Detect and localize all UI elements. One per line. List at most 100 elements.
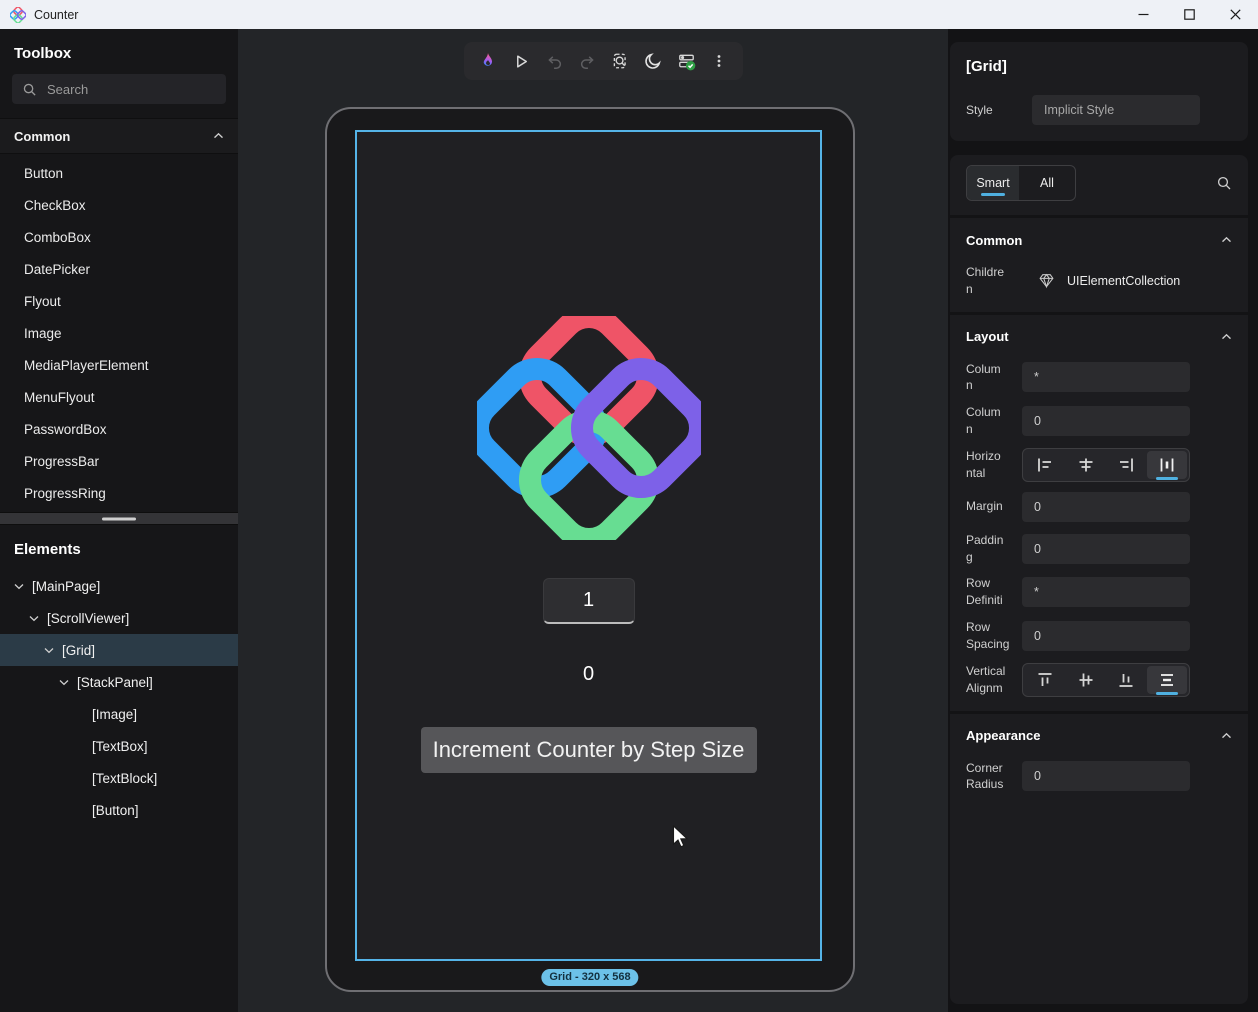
padding-row: Paddin g: [966, 532, 1232, 566]
horizontal-alignment-row: Horizo ntal: [966, 448, 1232, 482]
window-title: Counter: [34, 8, 78, 22]
tree-node-label: [StackPanel]: [77, 675, 153, 690]
column-definitions-input[interactable]: [1022, 362, 1190, 392]
property-label: Corner Radius: [966, 760, 1012, 794]
toolbox-search[interactable]: [12, 74, 226, 104]
align-left-button[interactable]: [1025, 451, 1066, 479]
toolbox-item-mediaplayerelement[interactable]: MediaPlayerElement: [0, 350, 238, 382]
corner-radius-input[interactable]: [1022, 761, 1190, 791]
tree-node-label: [TextBox]: [92, 739, 148, 754]
tree-node-image[interactable]: [Image]: [0, 698, 238, 730]
inspect-zoom-icon: [611, 52, 629, 70]
splitter-grip-handle[interactable]: [102, 517, 136, 520]
row-definitions-row: Row Definiti: [966, 575, 1232, 609]
toolbox-item-progressring[interactable]: ProgressRing: [0, 478, 238, 510]
style-label: Style: [966, 102, 1022, 119]
properties-search-button[interactable]: [1216, 175, 1232, 191]
tree-node-grid[interactable]: [Grid]: [0, 634, 238, 666]
tab-label: Smart: [976, 176, 1009, 190]
margin-row: Margin: [966, 492, 1232, 522]
counter-textblock[interactable]: 0: [583, 663, 594, 686]
style-row: Style: [966, 95, 1232, 125]
step-size-textbox[interactable]: 1: [543, 578, 635, 624]
toolbox-item-checkbox[interactable]: CheckBox: [0, 190, 238, 222]
padding-input[interactable]: [1022, 534, 1190, 564]
tree-node-label: [ScrollViewer]: [47, 611, 129, 626]
tree-node-textbox[interactable]: [TextBox]: [0, 730, 238, 762]
validate-button[interactable]: [672, 47, 700, 75]
section-appearance-header[interactable]: Appearance: [966, 720, 1232, 752]
redo-icon: [579, 53, 596, 70]
hot-reload-button[interactable]: [474, 47, 502, 75]
row-definitions-input[interactable]: [1022, 577, 1190, 607]
column-spacing-input[interactable]: [1022, 406, 1190, 436]
toolbox-item-datepicker[interactable]: DatePicker: [0, 254, 238, 286]
tree-node-textblock[interactable]: [TextBlock]: [0, 762, 238, 794]
undo-icon: [546, 53, 563, 70]
design-canvas[interactable]: 1 0 Increment Counter by Step Size Grid …: [238, 29, 948, 1012]
inspect-zoom-button[interactable]: [606, 47, 634, 75]
more-options-button[interactable]: [705, 47, 733, 75]
horizontal-alignment-group: [1022, 448, 1190, 482]
chevron-down-icon[interactable]: [44, 647, 54, 654]
style-input[interactable]: [1032, 95, 1200, 125]
toolbox-item-combobox[interactable]: ComboBox: [0, 222, 238, 254]
row-spacing-input[interactable]: [1022, 621, 1190, 651]
property-label: Row Spacing: [966, 619, 1012, 653]
minimize-button[interactable]: [1120, 0, 1166, 29]
align-right-button[interactable]: [1106, 451, 1147, 479]
section-layout-header[interactable]: Layout: [966, 321, 1232, 353]
toolbox-item-image[interactable]: Image: [0, 318, 238, 350]
theme-toggle-button[interactable]: [639, 47, 667, 75]
chevron-up-icon: [1221, 333, 1232, 341]
property-label: Row Definiti: [966, 575, 1012, 609]
tab-label: All: [1040, 176, 1054, 190]
redo-button[interactable]: [573, 47, 601, 75]
align-bottom-button[interactable]: [1106, 666, 1147, 694]
left-sidebar: Toolbox Common Button CheckBox ComboBox …: [0, 29, 238, 1012]
chevron-down-icon[interactable]: [14, 583, 24, 590]
tree-node-mainpage[interactable]: [MainPage]: [0, 570, 238, 602]
stretch-vertical-button[interactable]: [1147, 666, 1188, 694]
toolbox-item-flyout[interactable]: Flyout: [0, 286, 238, 318]
toolbox-section-common[interactable]: Common: [0, 118, 238, 154]
undo-button[interactable]: [540, 47, 568, 75]
chevron-down-icon[interactable]: [29, 615, 39, 622]
section-common: Common Childre n UIElementCollection: [950, 215, 1248, 312]
section-title: Common: [966, 233, 1022, 248]
selected-grid-outline[interactable]: 1 0 Increment Counter by Step Size: [355, 130, 822, 961]
toolbox-item-button[interactable]: Button: [0, 158, 238, 190]
panel-splitter[interactable]: [0, 512, 238, 525]
grid-size-badge: Grid - 320 x 568: [541, 969, 638, 986]
stretch-horizontal-button[interactable]: [1147, 451, 1188, 479]
close-button[interactable]: [1212, 0, 1258, 29]
app-logo-image[interactable]: [477, 316, 701, 545]
increment-button[interactable]: Increment Counter by Step Size: [421, 727, 757, 773]
property-label: Vertical Alignm: [966, 663, 1012, 697]
align-top-button[interactable]: [1025, 666, 1066, 694]
properties-card: Smart All Common Childre n: [950, 155, 1248, 1004]
tree-node-button[interactable]: [Button]: [0, 794, 238, 826]
properties-tabs: Smart All: [966, 165, 1232, 201]
elements-tree: [MainPage] [ScrollViewer] [Grid] [StackP…: [0, 570, 238, 826]
search-input[interactable]: [47, 82, 223, 97]
section-common-header[interactable]: Common: [966, 224, 1232, 256]
tab-smart[interactable]: Smart: [967, 166, 1019, 200]
tree-node-stackpanel[interactable]: [StackPanel]: [0, 666, 238, 698]
mouse-cursor: [672, 825, 690, 856]
align-center-horizontal-button[interactable]: [1066, 451, 1107, 479]
toolbox-item-menuflyout[interactable]: MenuFlyout: [0, 382, 238, 414]
play-button[interactable]: [507, 47, 535, 75]
tab-all[interactable]: All: [1019, 166, 1075, 200]
toolbox-item-passwordbox[interactable]: PasswordBox: [0, 414, 238, 446]
tree-node-scrollviewer[interactable]: [ScrollViewer]: [0, 602, 238, 634]
property-label: Paddin g: [966, 532, 1012, 566]
property-label: Colum n: [966, 361, 1012, 395]
chevron-down-icon[interactable]: [59, 679, 69, 686]
align-center-vertical-button[interactable]: [1066, 666, 1107, 694]
corner-radius-row: Corner Radius: [966, 760, 1232, 794]
children-property-row[interactable]: Childre n UIElementCollection: [966, 264, 1232, 298]
margin-input[interactable]: [1022, 492, 1190, 522]
maximize-button[interactable]: [1166, 0, 1212, 29]
toolbox-item-progressbar[interactable]: ProgressBar: [0, 446, 238, 478]
